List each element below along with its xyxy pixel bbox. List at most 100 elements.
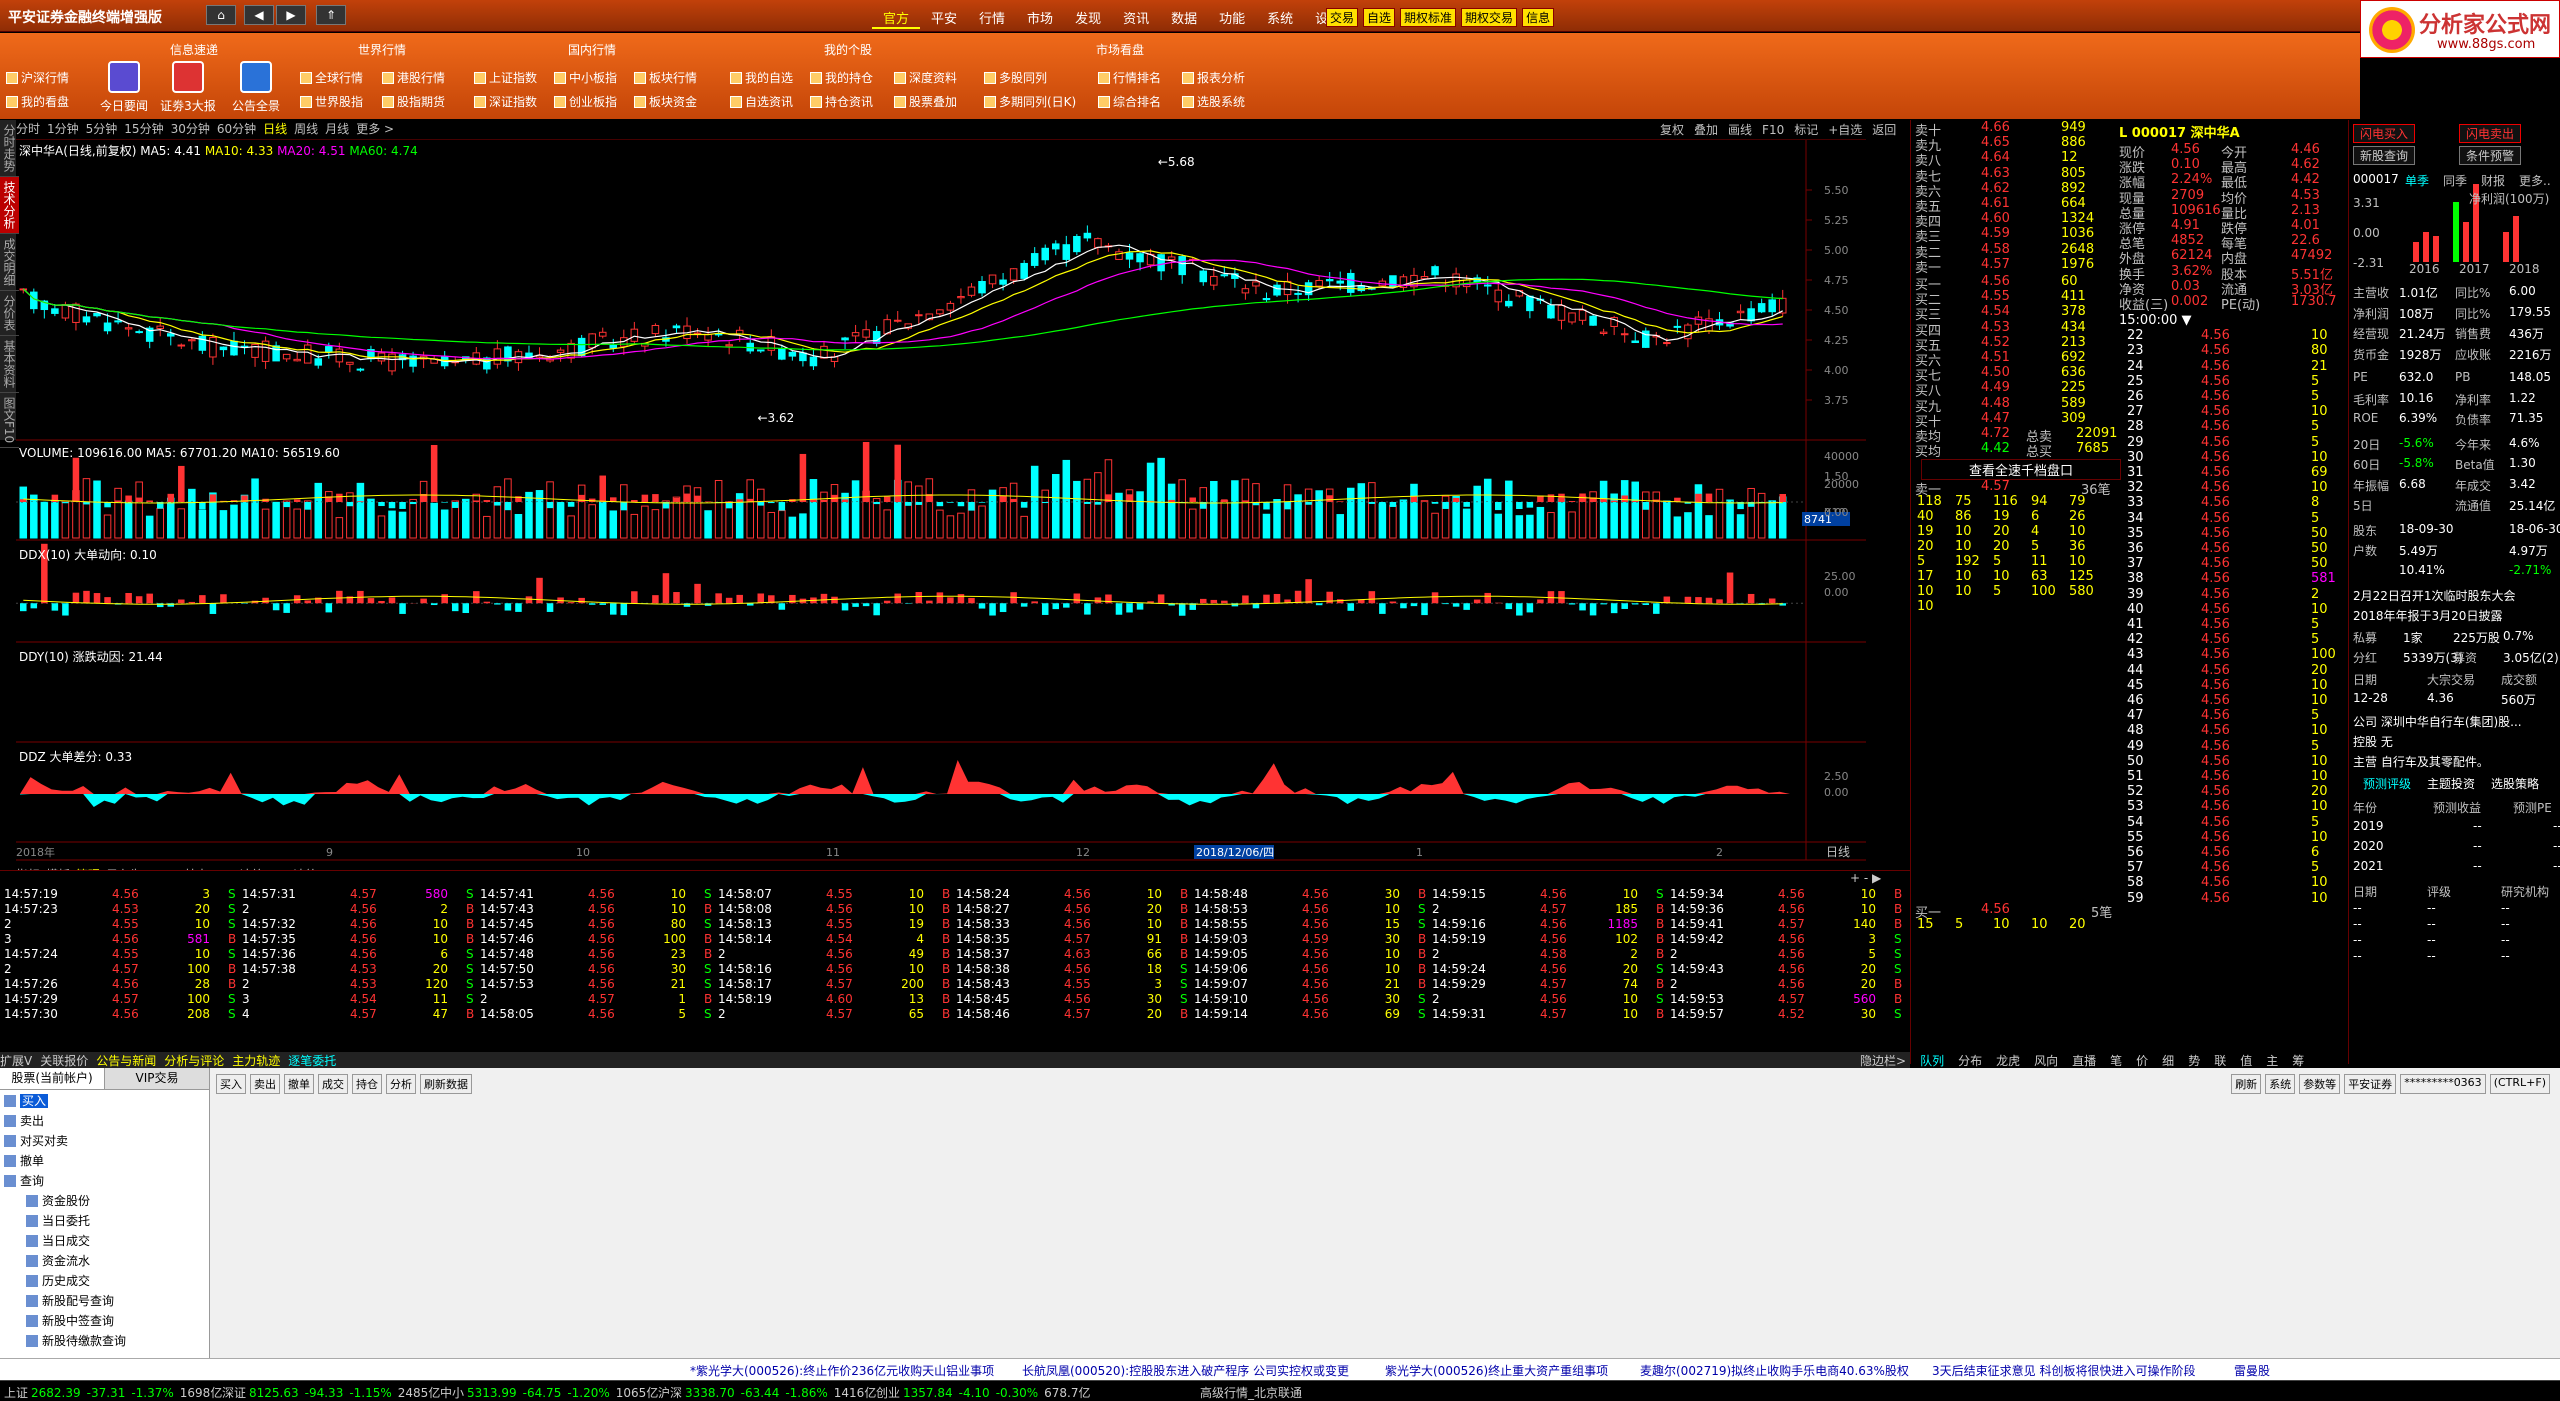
trade-list-scroll[interactable]: + - ▶	[1850, 871, 1881, 885]
trader-toolbar-button[interactable]: 卖出	[250, 1074, 280, 1094]
trader-tree-item[interactable]: 资金流水	[4, 1252, 205, 1272]
right-bottom-tab[interactable]: 笔	[2110, 1054, 2122, 1068]
quote-ranking-button[interactable]: 行情排名	[1098, 69, 1161, 86]
trader-tree-item[interactable]: 卖出	[4, 1112, 205, 1132]
trader-toolbar-button[interactable]: 买入	[216, 1074, 246, 1094]
sz-index-button[interactable]: 深证指数	[474, 93, 537, 110]
news-headline[interactable]: 长航凤凰(000520):控股股东进入破产程序 公司实控权或变更	[1022, 1362, 1349, 1379]
three-reports-button[interactable]: 证劵3大报	[158, 61, 218, 114]
top-menu-item[interactable]: 数据	[1160, 8, 1208, 29]
chart-tool-button[interactable]: F10	[1762, 123, 1784, 137]
multi-period-button[interactable]: 多期同列(日K)	[984, 93, 1076, 110]
top-menu-item[interactable]: 官方	[872, 8, 921, 29]
back-icon[interactable]: ◀	[244, 5, 274, 25]
right-bottom-tab[interactable]: 细	[2162, 1054, 2174, 1068]
info-tab[interactable]: 单季	[2405, 172, 2429, 189]
gem-index-button[interactable]: 创业板指	[554, 93, 617, 110]
hk-quotes-button[interactable]: 港股行情	[382, 69, 445, 86]
period-tab[interactable]: 周线	[294, 122, 318, 136]
top-flag-button[interactable]: 交易	[1326, 8, 1359, 27]
info-tab[interactable]: 同季	[2443, 172, 2467, 189]
announcements-button[interactable]: 公告全景	[226, 61, 286, 114]
home-icon[interactable]: ⌂	[206, 5, 236, 25]
trader-tree-item[interactable]: 查询	[4, 1172, 205, 1192]
trader-tree-item[interactable]: 新股中签查询	[4, 1312, 205, 1332]
top-menu-item[interactable]: 系统	[1256, 8, 1304, 29]
info-tab[interactable]: 更多..	[2519, 172, 2551, 189]
news-headline[interactable]: 紫光学大(000526)终止重大资产重组事项	[1385, 1362, 1608, 1379]
sector-funds-button[interactable]: 板块资金	[634, 93, 697, 110]
top-menu-item[interactable]: 发现	[1064, 8, 1112, 29]
trader-toolbar-button[interactable]: 持仓	[352, 1074, 382, 1094]
bottom-tab[interactable]: 关联报价	[40, 1054, 88, 1068]
trader-right-tool[interactable]: 系统	[2265, 1074, 2296, 1094]
chart-tool-button[interactable]: +自选	[1828, 123, 1862, 137]
trader-tree-item[interactable]: 新股待缴款查询	[4, 1332, 205, 1352]
global-quotes-button[interactable]: 全球行情	[300, 69, 363, 86]
watchlist-news-button[interactable]: 自选资讯	[730, 93, 793, 110]
top-flag-button[interactable]: 期权标准	[1400, 8, 1457, 27]
period-tab[interactable]: 1分钟	[47, 122, 79, 136]
trader-tree-item[interactable]: 当日成交	[4, 1232, 205, 1252]
report-analysis-button[interactable]: 报表分析	[1182, 69, 1245, 86]
right-bottom-tab[interactable]: 龙虎	[1996, 1054, 2020, 1068]
up-arrow-icon[interactable]: ⇑	[316, 5, 346, 25]
sh-index-button[interactable]: 上证指数	[474, 69, 537, 86]
forward-icon[interactable]: ▶	[276, 5, 306, 25]
trader-tree-item[interactable]: 撤单	[4, 1152, 205, 1172]
period-tab[interactable]: 15分钟	[124, 122, 163, 136]
sme-index-button[interactable]: 中小板指	[554, 69, 617, 86]
sector-quotes-button[interactable]: 板块行情	[634, 69, 697, 86]
forecast-tab[interactable]: 选股策略	[2491, 775, 2539, 792]
tab-vip-trade[interactable]: VIP交易	[105, 1068, 209, 1089]
kline-chart-svg[interactable]: 5.505.255.004.754.504.254.003.75←5.68←3.…	[16, 140, 1866, 872]
top-flag-button[interactable]: 期权交易	[1461, 8, 1518, 27]
tab-stock-account[interactable]: 股票(当前帐户)	[0, 1068, 105, 1089]
top-menu-item[interactable]: 行情	[968, 8, 1016, 29]
period-tab[interactable]: 月线	[325, 122, 349, 136]
bottom-tab[interactable]: 分析与评论	[164, 1054, 224, 1068]
right-bottom-tab[interactable]: 队列	[1920, 1054, 1944, 1068]
bottom-tab[interactable]: 逐笔委托	[288, 1054, 336, 1068]
index-quote[interactable]: 中小 5313.99 -64.75 -1.20% 1065亿	[440, 1384, 658, 1401]
period-tab[interactable]: 分时	[16, 122, 40, 136]
right-bottom-tab[interactable]: 隐边栏>	[1860, 1054, 1906, 1068]
index-futures-button[interactable]: 股指期货	[382, 93, 445, 110]
deep-data-button[interactable]: 深度资料	[894, 69, 957, 86]
index-quote[interactable]: 上证 2682.39 -37.31 -1.37% 1698亿	[4, 1384, 222, 1401]
news-headline[interactable]: 麦趣尔(002719)拟终止收购手乐电商40.63%股权	[1640, 1362, 1909, 1379]
my-watch-button[interactable]: 我的看盘	[6, 93, 69, 110]
trader-right-tool[interactable]: 刷新	[2231, 1074, 2262, 1094]
trader-toolbar-button[interactable]: 分析	[386, 1074, 416, 1094]
stock-overlay-button[interactable]: 股票叠加	[894, 93, 957, 110]
stock-screener-button[interactable]: 选股系统	[1182, 93, 1245, 110]
period-tab[interactable]: 5分钟	[86, 122, 118, 136]
trader-tree-item[interactable]: 资金股份	[4, 1192, 205, 1212]
info-action-button[interactable]: 条件预警	[2459, 146, 2522, 165]
period-tab[interactable]: 更多 >	[356, 122, 394, 136]
trader-tree-item[interactable]: 对买对卖	[4, 1132, 205, 1152]
forecast-tab[interactable]: 主题投资	[2427, 775, 2475, 792]
top-flag-button[interactable]: 自选	[1363, 8, 1396, 27]
chart-tool-button[interactable]: 返回	[1872, 123, 1896, 137]
info-action-button[interactable]: 新股查询	[2353, 146, 2416, 165]
info-action-button[interactable]: 闪电买入	[2353, 124, 2416, 143]
top-menu-item[interactable]: 平安	[920, 8, 968, 29]
my-watchlist-button[interactable]: 我的自选	[730, 69, 793, 86]
top-menu-item[interactable]: 市场	[1016, 8, 1064, 29]
shenzhen-quotes-button[interactable]: 沪深行情	[6, 69, 69, 86]
right-bottom-tab[interactable]: 筹	[2292, 1054, 2304, 1068]
holdings-news-button[interactable]: 持仓资讯	[810, 93, 873, 110]
trader-right-tool[interactable]: *********0363	[2400, 1074, 2486, 1094]
info-tab[interactable]: 财报	[2481, 172, 2505, 189]
index-quote[interactable]: 创业 1357.84 -4.10 -0.30% 678.7亿	[876, 1384, 1091, 1401]
right-bottom-tab[interactable]: 势	[2188, 1054, 2200, 1068]
chart-tool-button[interactable]: 画线	[1728, 123, 1752, 137]
chart-tool-button[interactable]: 复权	[1660, 123, 1684, 137]
chart-tool-button[interactable]: 叠加	[1694, 123, 1718, 137]
bottom-tab[interactable]: 公告与新闻	[96, 1054, 156, 1068]
period-tab[interactable]: 30分钟	[171, 122, 210, 136]
trader-tree-item[interactable]: 历史成交	[4, 1272, 205, 1292]
trader-tree-item[interactable]: 新股配号查询	[4, 1292, 205, 1312]
info-action-button[interactable]: 闪电卖出	[2459, 124, 2522, 143]
